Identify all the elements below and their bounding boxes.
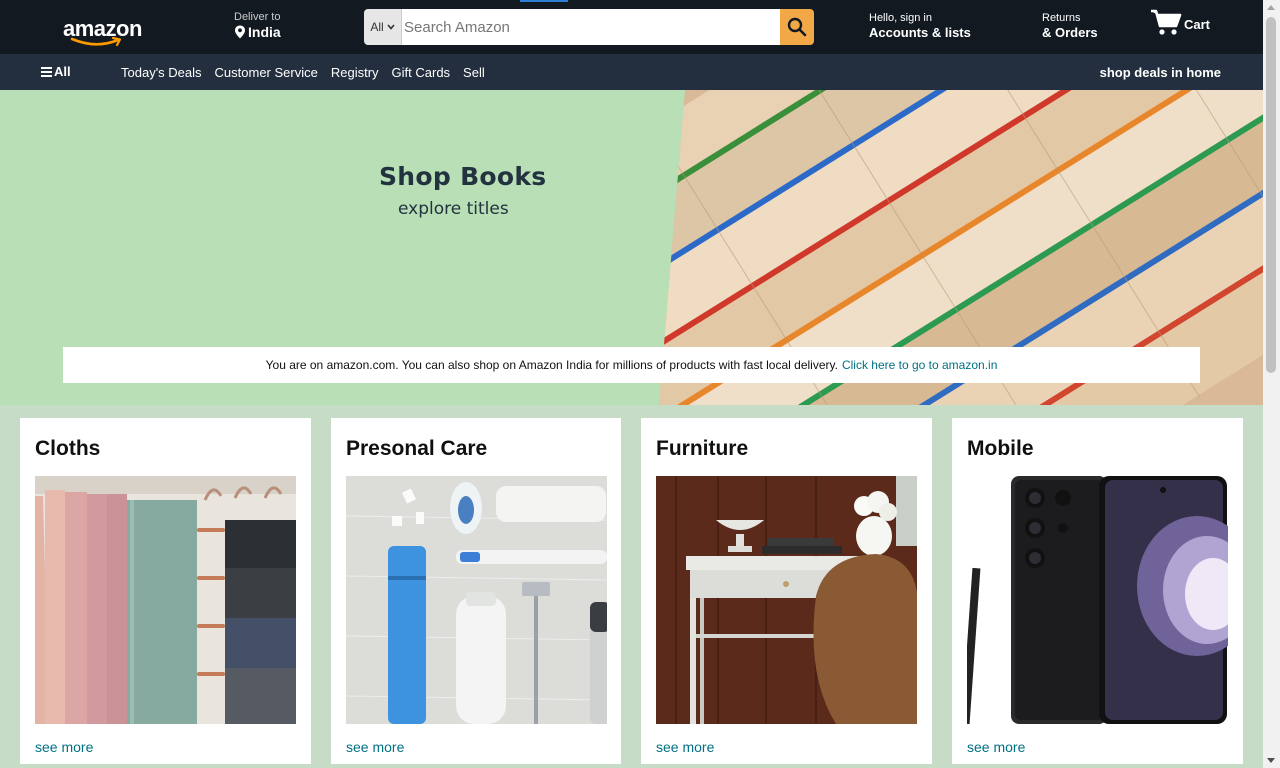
amazon-in-link[interactable]: Click here to go to amazon.in [842, 358, 997, 372]
account-menu[interactable]: Hello, sign in Accounts & lists [869, 12, 971, 40]
returns-orders[interactable]: Returns & Orders [1042, 12, 1098, 40]
scrollbar-thumb[interactable] [1266, 17, 1276, 373]
hero-subtitle: explore titles [398, 199, 509, 219]
personal-care-image[interactable] [346, 476, 607, 724]
all-menu-button[interactable]: All [41, 64, 71, 79]
deliver-label: Deliver to [234, 11, 281, 23]
category-card-cloths: Cloths see more [20, 418, 311, 764]
hamburger-menu-icon [41, 66, 52, 77]
logo-smile-icon [70, 36, 122, 47]
scroll-up-arrow-icon[interactable] [1267, 5, 1275, 10]
category-card-furniture: Furniture see more [641, 418, 932, 764]
cart-button[interactable]: Cart [1150, 8, 1210, 36]
search-bar: All [364, 9, 814, 45]
clothes-illustration [35, 476, 296, 724]
see-more-link[interactable]: see more [35, 739, 93, 755]
region-notice-text: You are on amazon.com. You can also shop… [265, 358, 838, 372]
category-cards: Cloths see more Presonal Care see more F… [20, 418, 1243, 764]
category-card-mobile: Mobile see more [952, 418, 1243, 764]
search-category-label: All [370, 20, 384, 34]
location-pin-icon [235, 25, 245, 39]
top-header: amazon Deliver to India All Search Amazo… [0, 0, 1263, 54]
nav-links: Today's Deals Customer Service Registry … [121, 65, 485, 80]
card-title: Presonal Care [346, 437, 488, 460]
category-card-personal-care: Presonal Care see more [331, 418, 621, 764]
hero-title: Shop Books [379, 162, 547, 191]
see-more-link[interactable]: see more [656, 739, 714, 755]
personal-care-illustration [346, 476, 607, 724]
deliver-location-text: India [248, 24, 281, 40]
see-more-link[interactable]: see more [346, 739, 404, 755]
search-icon [787, 17, 807, 37]
returns-label: Returns [1042, 12, 1081, 24]
nav-link-gift-cards[interactable]: Gift Cards [392, 65, 451, 80]
nav-link-customer-service[interactable]: Customer Service [215, 65, 318, 80]
nav-link-sell[interactable]: Sell [463, 65, 485, 80]
orders-label: & Orders [1042, 25, 1098, 40]
sub-navigation: All Today's Deals Customer Service Regis… [0, 54, 1263, 90]
card-title: Furniture [656, 437, 749, 460]
furniture-image[interactable] [656, 476, 917, 724]
card-title: Mobile [967, 437, 1034, 460]
scroll-down-arrow-icon[interactable] [1267, 758, 1275, 763]
mobile-image[interactable] [967, 476, 1228, 724]
nav-promo-link[interactable]: shop deals in home [1100, 65, 1221, 80]
region-notice: You are on amazon.com. You can also shop… [63, 347, 1200, 383]
deliver-to[interactable]: Deliver to India [234, 11, 281, 40]
search-input[interactable] [402, 9, 780, 45]
account-label: Accounts & lists [869, 25, 971, 40]
page-scrollbar[interactable] [1263, 0, 1280, 768]
cloths-image[interactable] [35, 476, 296, 724]
chevron-down-icon [387, 24, 395, 30]
nav-link-registry[interactable]: Registry [331, 65, 379, 80]
card-title: Cloths [35, 437, 101, 460]
nav-link-todays-deals[interactable]: Today's Deals [121, 65, 202, 80]
amazon-logo[interactable]: amazon [62, 12, 142, 47]
search-button[interactable] [780, 9, 814, 45]
focus-indicator [520, 0, 568, 2]
search-category-select[interactable]: All [364, 9, 402, 45]
all-menu-label: All [54, 64, 71, 79]
cart-icon [1151, 9, 1182, 35]
smartphone-illustration [967, 476, 1228, 724]
account-greeting: Hello, sign in [869, 12, 932, 24]
furniture-illustration [656, 476, 917, 724]
see-more-link[interactable]: see more [967, 739, 1025, 755]
cart-label: Cart [1184, 17, 1211, 32]
hero-banner[interactable]: Shop Books explore titles You are on ama… [0, 90, 1263, 405]
deliver-location: India [234, 24, 281, 40]
